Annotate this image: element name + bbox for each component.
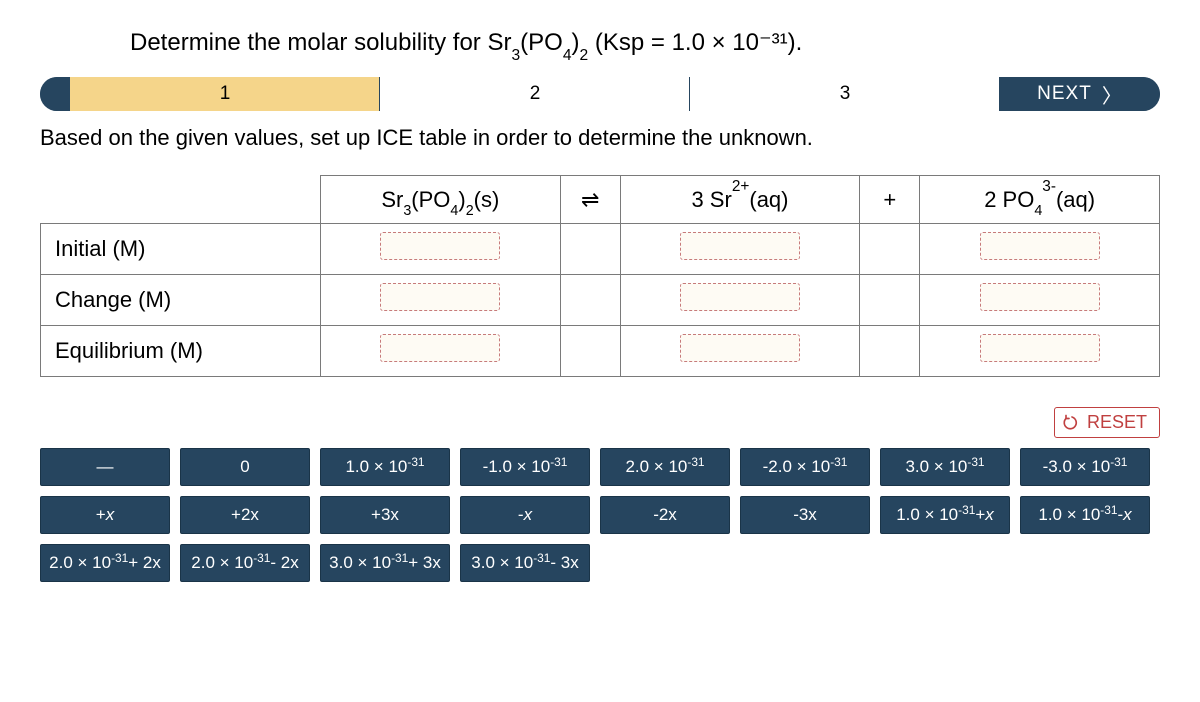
reset-button[interactable]: RESET	[1054, 407, 1160, 438]
drop-zone[interactable]	[980, 283, 1100, 311]
answer-tile[interactable]: -2.0 × 10-31	[740, 448, 870, 486]
answer-tile[interactable]: —	[40, 448, 170, 486]
row-label: Change (M)	[41, 275, 321, 326]
answer-tile[interactable]: +3x	[320, 496, 450, 534]
answer-tile[interactable]: -x	[460, 496, 590, 534]
header-plus: +	[860, 176, 920, 224]
header-reactant: Sr3(PO4)2(s)	[321, 176, 561, 224]
answer-tile[interactable]: +2x	[180, 496, 310, 534]
answer-tile[interactable]: -3.0 × 10-31	[1020, 448, 1150, 486]
progress-cap-left	[40, 77, 70, 111]
answer-tile[interactable]: 0	[180, 448, 310, 486]
answer-tile[interactable]: 1.0 × 10-31 - x	[1020, 496, 1150, 534]
answer-tile[interactable]: -1.0 × 10-31	[460, 448, 590, 486]
drop-zone[interactable]	[380, 232, 500, 260]
answer-tile[interactable]: -3x	[740, 496, 870, 534]
step-progress: 1 2 3 NEXT 〉	[40, 77, 1160, 111]
drop-zone[interactable]	[680, 232, 800, 260]
next-button[interactable]: NEXT 〉	[1000, 77, 1160, 111]
drop-zone[interactable]	[680, 283, 800, 311]
answer-tile[interactable]: +x	[40, 496, 170, 534]
answer-tile[interactable]: 2.0 × 10-31 - 2x	[180, 544, 310, 582]
answer-tile[interactable]: 2.0 × 10-31	[600, 448, 730, 486]
header-equilibrium-arrow: ⇌	[560, 176, 620, 224]
question-text: Determine the molar solubility for Sr3(P…	[130, 28, 1160, 57]
row-label: Initial (M)	[41, 224, 321, 275]
step-1[interactable]: 1	[70, 77, 380, 111]
answer-tile[interactable]: 2.0 × 10-31 + 2x	[40, 544, 170, 582]
step-3[interactable]: 3	[690, 77, 1000, 111]
drop-zone[interactable]	[980, 232, 1100, 260]
row-label: Equilibrium (M)	[41, 326, 321, 377]
header-product-1: 3 Sr2+(aq)	[620, 176, 860, 224]
answer-tile[interactable]: -2x	[600, 496, 730, 534]
drop-zone[interactable]	[380, 283, 500, 311]
answer-tile[interactable]: 3.0 × 10-31	[880, 448, 1010, 486]
answer-tile[interactable]: 3.0 × 10-31 + 3x	[320, 544, 450, 582]
ice-table: Sr3(PO4)2(s) ⇌ 3 Sr2+(aq) + 2 PO43-(aq) …	[40, 175, 1160, 377]
drop-zone[interactable]	[380, 334, 500, 362]
answer-tile[interactable]: 1.0 × 10-31 + x	[880, 496, 1010, 534]
answer-tiles: — 0 1.0 × 10-31 -1.0 × 10-31 2.0 × 10-31 -2.0…	[40, 448, 1160, 582]
reset-icon	[1063, 414, 1081, 432]
answer-tile[interactable]: 1.0 × 10-31	[320, 448, 450, 486]
drop-zone[interactable]	[680, 334, 800, 362]
chevron-right-icon: 〉	[1102, 80, 1123, 109]
answer-tile[interactable]: 3.0 × 10-31 - 3x	[460, 544, 590, 582]
step-2[interactable]: 2	[380, 77, 690, 111]
drop-zone[interactable]	[980, 334, 1100, 362]
instruction-text: Based on the given values, set up ICE ta…	[40, 125, 1160, 151]
header-product-2: 2 PO43-(aq)	[920, 176, 1160, 224]
